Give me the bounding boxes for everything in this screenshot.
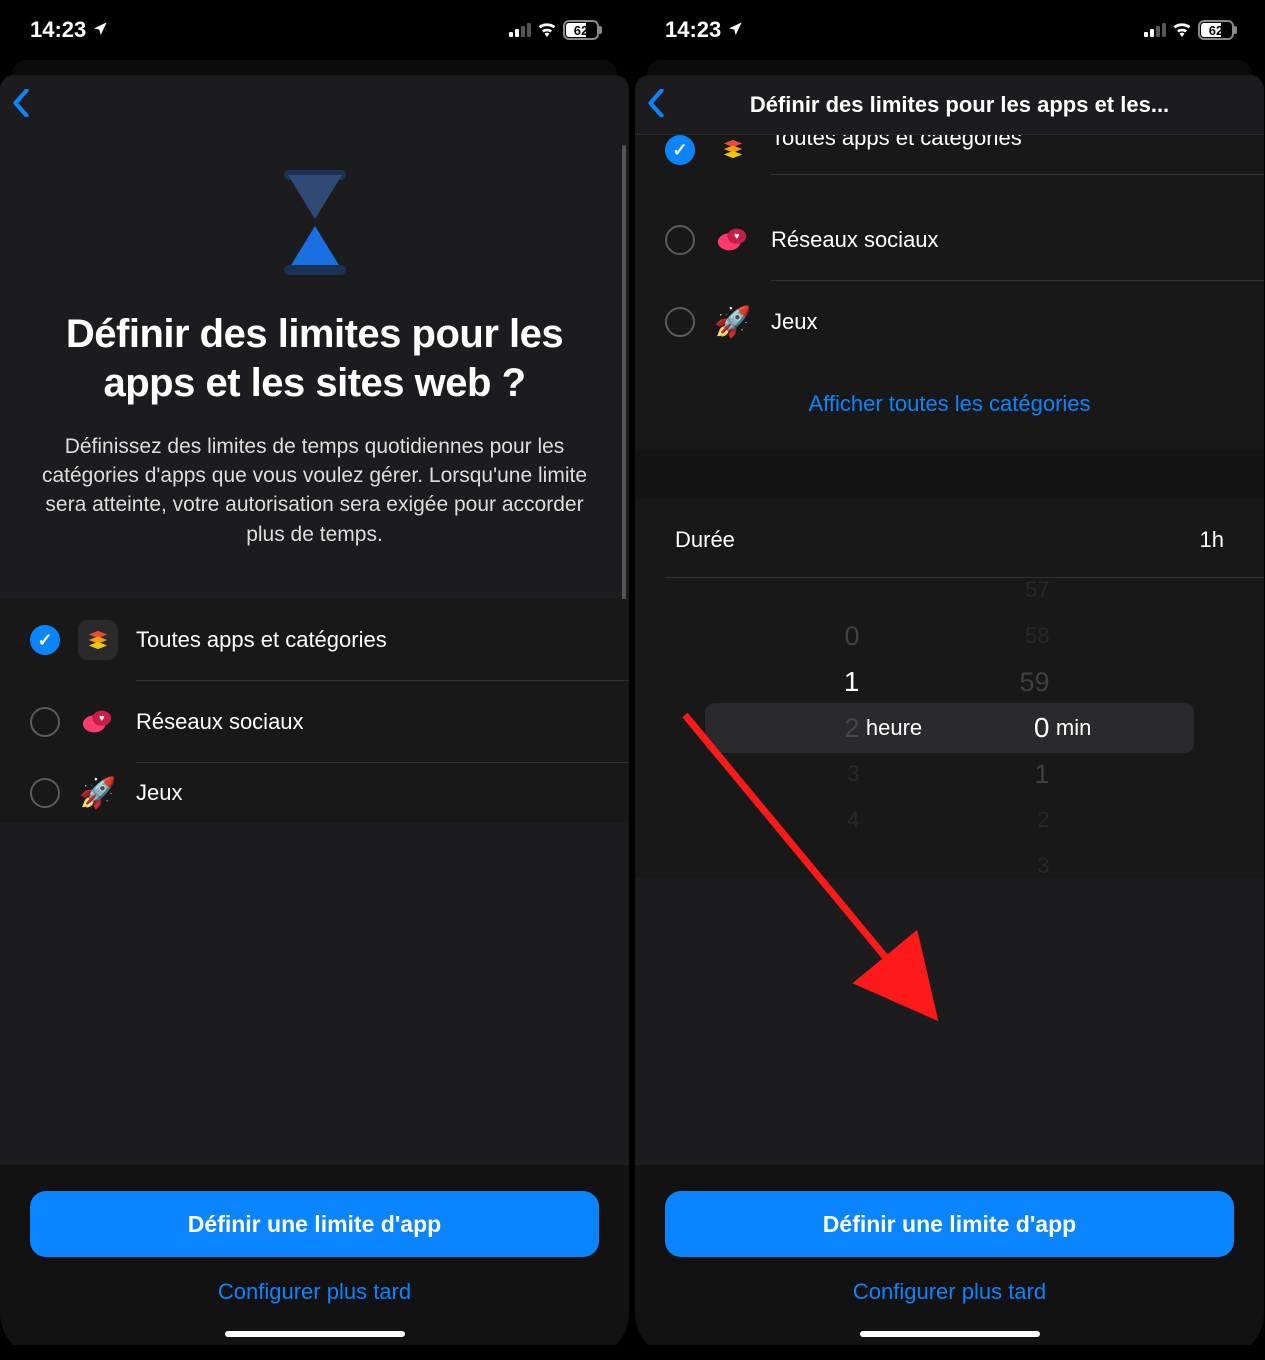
category-label: Réseaux sociaux xyxy=(771,199,1264,281)
hour-unit-label: heure xyxy=(866,715,922,741)
duration-value: 1h xyxy=(1200,527,1224,553)
right-phone: 14:23 62 Définir des limites pour les ap… xyxy=(635,0,1264,1360)
show-all-categories-link[interactable]: Afficher toutes les catégories xyxy=(635,363,1264,451)
minute-unit-label: min xyxy=(1056,715,1091,741)
category-list: ✓ Toutes apps et catégories ♥ Réseaux so… xyxy=(635,135,1264,363)
duration-section: Durée 1h 0 1 2 3 4 heure xyxy=(635,499,1264,878)
category-label: Réseaux sociaux xyxy=(136,681,629,763)
category-row-social[interactable]: ♥ Réseaux sociaux xyxy=(30,681,629,763)
hero-section: Définir des limites pour les apps et les… xyxy=(0,135,629,579)
category-list: ✓ Toutes apps et catégories ♥ Réseaux so… xyxy=(0,599,629,823)
category-label: Toutes apps et catégories xyxy=(136,599,629,681)
checkbox-empty-icon[interactable] xyxy=(665,307,695,337)
location-icon xyxy=(92,17,108,43)
page-subtitle: Définissez des limites de temps quotidie… xyxy=(30,432,599,550)
stack-icon xyxy=(78,620,118,660)
svg-text:♥: ♥ xyxy=(99,713,105,724)
hour-picker-column[interactable]: 0 1 2 3 4 heure xyxy=(760,578,950,878)
page-title: Définir des limites pour les apps et les… xyxy=(30,310,599,408)
checkbox-checked-icon[interactable]: ✓ xyxy=(665,135,695,165)
checkbox-checked-icon[interactable]: ✓ xyxy=(30,625,60,655)
configure-later-link[interactable]: Configurer plus tard xyxy=(30,1279,599,1305)
category-row-all[interactable]: ✓ Toutes apps et catégories xyxy=(665,135,1264,199)
wifi-icon xyxy=(537,17,557,43)
wifi-icon xyxy=(1172,17,1192,43)
duration-label: Durée xyxy=(675,527,735,553)
time-picker[interactable]: 0 1 2 3 4 heure 57 58 59 0 xyxy=(635,578,1264,878)
chat-icon: ♥ xyxy=(713,220,753,260)
modal-sheet: Définir des limites pour les apps et les… xyxy=(635,75,1264,1345)
category-row-games[interactable]: 🚀 Jeux xyxy=(30,763,629,823)
nav-title: Définir des limites pour les apps et les… xyxy=(695,92,1224,118)
back-button[interactable] xyxy=(12,84,42,126)
checkbox-empty-icon[interactable] xyxy=(665,225,695,255)
chat-icon: ♥ xyxy=(78,702,118,742)
checkbox-empty-icon[interactable] xyxy=(30,707,60,737)
status-bar: 14:23 62 xyxy=(0,0,629,60)
scroll-area[interactable]: ✓ Toutes apps et catégories ♥ Réseaux so… xyxy=(635,135,1264,1135)
configure-later-link[interactable]: Configurer plus tard xyxy=(665,1279,1234,1305)
rocket-icon: 🚀 xyxy=(713,302,753,342)
back-button[interactable] xyxy=(647,84,677,126)
cellular-icon xyxy=(509,23,531,37)
left-phone: 14:23 62 xyxy=(0,0,629,1360)
home-indicator[interactable] xyxy=(225,1331,405,1337)
svg-text:♥: ♥ xyxy=(734,231,740,242)
hourglass-icon xyxy=(280,175,350,270)
scroll-area[interactable]: Définir des limites pour les apps et les… xyxy=(0,135,629,1135)
set-limit-button[interactable]: Définir une limite d'app xyxy=(30,1191,599,1257)
rocket-icon: 🚀 xyxy=(78,773,118,813)
location-icon xyxy=(727,17,743,43)
bottom-bar: Définir une limite d'app Configurer plus… xyxy=(0,1165,629,1345)
status-bar: 14:23 62 xyxy=(635,0,1264,60)
category-label: Jeux xyxy=(771,281,1264,363)
checkbox-empty-icon[interactable] xyxy=(30,778,60,808)
stack-icon xyxy=(713,135,753,169)
category-row-all[interactable]: ✓ Toutes apps et catégories xyxy=(30,599,629,681)
battery-indicator: 62 xyxy=(563,20,599,40)
bottom-bar: Définir une limite d'app Configurer plus… xyxy=(635,1165,1264,1345)
minute-picker-column[interactable]: 57 58 59 0 1 2 3 min xyxy=(950,578,1140,878)
modal-sheet: Définir des limites pour les apps et les… xyxy=(0,75,629,1345)
status-time: 14:23 xyxy=(30,17,86,43)
category-row-games[interactable]: 🚀 Jeux xyxy=(665,281,1264,363)
battery-indicator: 62 xyxy=(1198,20,1234,40)
set-limit-button[interactable]: Définir une limite d'app xyxy=(665,1191,1234,1257)
category-row-social[interactable]: ♥ Réseaux sociaux xyxy=(665,199,1264,281)
category-label: Jeux xyxy=(136,763,629,823)
home-indicator[interactable] xyxy=(860,1331,1040,1337)
status-time: 14:23 xyxy=(665,17,721,43)
cellular-icon xyxy=(1144,23,1166,37)
category-label: Toutes apps et catégories xyxy=(771,135,1264,175)
